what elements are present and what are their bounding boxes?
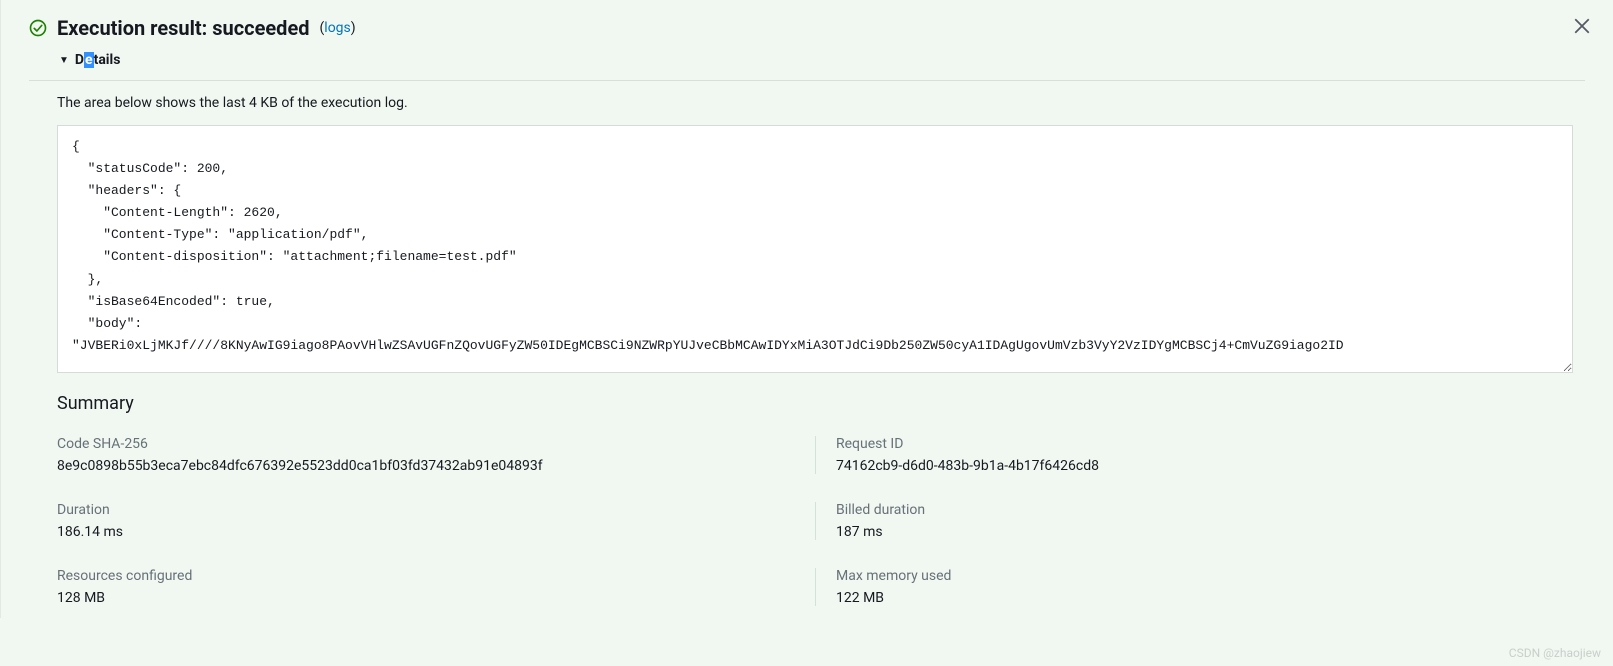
summary-value: 186.14 ms: [57, 524, 795, 540]
summary-value: 74162cb9-d6d0-483b-9b1a-4b17f6426cd8: [836, 458, 1573, 474]
summary-label: Request ID: [836, 436, 1573, 452]
details-content: The area below shows the last 4 KB of th…: [29, 95, 1585, 606]
summary-max-memory-used: Max memory used 122 MB: [815, 568, 1573, 606]
summary-value: 122 MB: [836, 590, 1573, 606]
divider: [29, 80, 1585, 81]
result-title: Execution result: succeeded: [57, 16, 310, 40]
summary-code-sha256: Code SHA-256 8e9c0898b55b3eca7ebc84dfc67…: [57, 436, 815, 474]
details-label: Details: [75, 52, 121, 68]
watermark: CSDN @zhaojiew: [1509, 646, 1601, 660]
summary-value: 8e9c0898b55b3eca7ebc84dfc676392e5523dd0c…: [57, 458, 795, 474]
caret-down-icon: ▼: [59, 55, 69, 66]
summary-resources-configured: Resources configured 128 MB: [57, 568, 815, 606]
summary-duration: Duration 186.14 ms: [57, 502, 815, 540]
log-subtitle: The area below shows the last 4 KB of th…: [57, 95, 1573, 111]
summary-label: Billed duration: [836, 502, 1573, 518]
summary-heading: Summary: [57, 393, 1573, 414]
execution-log-output[interactable]: [57, 125, 1573, 373]
summary-value: 187 ms: [836, 524, 1573, 540]
summary-label: Resources configured: [57, 568, 795, 584]
summary-billed-duration: Billed duration 187 ms: [815, 502, 1573, 540]
logs-link[interactable]: logs: [320, 20, 356, 36]
summary-grid: Code SHA-256 8e9c0898b55b3eca7ebc84dfc67…: [57, 436, 1573, 606]
close-icon: [1573, 17, 1591, 35]
execution-result-panel: Execution result: succeeded logs ▼ Detai…: [0, 0, 1613, 618]
summary-request-id: Request ID 74162cb9-d6d0-483b-9b1a-4b17f…: [815, 436, 1573, 474]
success-check-icon: [29, 19, 47, 37]
summary-label: Max memory used: [836, 568, 1573, 584]
summary-value: 128 MB: [57, 590, 795, 606]
result-header: Execution result: succeeded logs: [29, 16, 1585, 40]
summary-label: Code SHA-256: [57, 436, 795, 452]
close-button[interactable]: [1573, 16, 1591, 40]
summary-label: Duration: [57, 502, 795, 518]
details-toggle[interactable]: ▼ Details: [59, 52, 1585, 68]
